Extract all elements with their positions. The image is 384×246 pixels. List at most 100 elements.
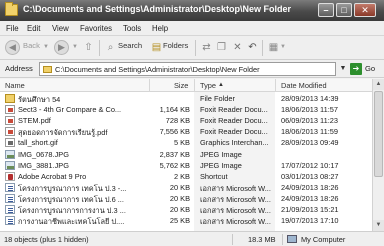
maximize-button[interactable]: □ [336,3,352,17]
status-size: 18.3 MB [248,235,276,244]
file-name: Adobe Acrobat 9 Pro [18,171,87,181]
file-size: 20 KB [169,193,190,203]
file-size: 2,837 KB [159,149,190,159]
file-type: Foxit Reader Docu... [200,116,268,126]
vertical-scrollbar[interactable]: ▲ ▼ [372,79,384,231]
file-row[interactable]: โครงการบูรณาการ เทคโน ป.6 ... 20 KB เอกสาร… [0,193,372,204]
file-date-modified: 18/06/2013 11:57 [281,105,338,115]
file-size: 5,762 KB [159,160,190,170]
file-list[interactable]: Name Size Type ▲ Date Modified รัตนศึกษา… [0,79,372,231]
file-name: STEM.pdf [18,116,51,126]
undo-icon[interactable]: ↶ [246,41,259,54]
folder-icon [5,94,15,103]
views-icon[interactable]: ▦ [267,41,280,54]
title-bar[interactable]: C:\Documents and Settings\Administrator\… [0,0,384,21]
file-date-modified: 18/06/2013 11:59 [281,127,338,137]
file-name: Sect3 - 4th Gr Compare & Co... [18,105,122,115]
file-row[interactable]: การงานอาชีพและเทคโนโลยี ป.... 25 KB เอกสาร… [0,215,372,226]
scroll-thumb[interactable] [374,91,383,177]
file-size: 20 KB [169,205,190,214]
delete-icon[interactable]: ✕ [231,41,244,54]
file-size: 20 KB [169,182,190,192]
explorer-window: C:\Documents and Settings\Administrator\… [0,0,384,246]
file-date-modified: 28/09/2013 09:49 [281,138,339,148]
column-type[interactable]: Type [200,81,216,90]
file-type: Foxit Reader Docu... [200,105,268,115]
copy-to-icon[interactable]: ❐ [215,41,228,54]
file-size: 1,164 KB [159,105,190,115]
move-to-icon[interactable]: ⇄ [200,41,213,54]
column-size[interactable]: Size [174,81,188,90]
views-dropdown-icon[interactable]: ▼ [280,44,286,50]
menu-view[interactable]: View [52,24,69,33]
back-dropdown-icon[interactable]: ▼ [43,44,49,50]
file-row[interactable]: Adobe Acrobat 9 Pro 2 KB Shortcut 03/01/201… [0,171,372,182]
folder-up-icon[interactable]: ⇧ [82,41,95,54]
file-name: IMG_0678.JPG [18,149,69,159]
file-size: 7,556 KB [159,127,190,137]
address-label: Address [5,64,33,73]
back-button[interactable]: Back [23,41,40,50]
status-divider [232,234,233,245]
address-path[interactable]: C:\Documents and Settings\Administrator\… [55,65,260,74]
menu-file[interactable]: File [6,24,19,33]
file-row[interactable]: IMG_3881.JPG 5,762 KB JPEG Image 17/07/2012… [0,160,372,171]
back-arrow-icon[interactable]: ◀ [5,40,20,55]
document-icon [5,182,15,192]
toolbar: ◀ Back ▼ ▶ ▼ ⇧ ⌕ Search ▤ Folders ⇄ ❐ ✕ … [0,36,384,60]
file-type: Shortcut [200,171,228,181]
toolbar-separator [99,40,100,56]
menu-edit[interactable]: Edit [27,24,40,33]
status-location: My Computer [301,235,346,244]
file-row[interactable]: Sect3 - 4th Gr Compare & Co... 1,164 KB Fo… [0,104,372,115]
menu-help[interactable]: Help [152,24,168,33]
close-button[interactable]: ✕ [354,3,376,17]
file-date-modified: 03/01/2013 08:27 [281,171,339,181]
file-type: Foxit Reader Docu... [200,127,268,137]
file-row[interactable]: tall_short.gif 5 KB Graphics Interchan... 2… [0,137,372,148]
file-row[interactable]: รัตนศึกษา 54 File Folder 28/09/2013 14:39 [0,93,372,104]
column-divider[interactable] [194,79,195,92]
file-date-modified: 19/07/2013 17:10 [281,216,339,226]
file-size: 728 KB [165,116,190,126]
forward-arrow-icon[interactable]: ▶ [54,40,69,55]
shortcut-icon [5,171,15,181]
folders-button[interactable]: Folders [163,41,188,50]
status-object-count: 18 objects (plus 1 hidden) [4,235,89,244]
sort-ascending-icon: ▲ [218,82,224,88]
go-button[interactable]: ➔ Go [350,62,381,76]
file-row[interactable]: สุดยอดการจัดการเรียนรู้.pdf 7,556 KB Foxit… [0,126,372,137]
document-icon [5,216,15,226]
forward-dropdown-icon[interactable]: ▼ [72,44,78,50]
file-date-modified: 21/09/2013 15:21 [281,205,339,214]
file-name: tall_short.gif [18,138,58,148]
image-icon [5,160,15,170]
folder-icon [5,2,18,16]
file-date-modified: 17/07/2012 10:17 [281,160,339,170]
file-row[interactable]: โครงการบูรณาการ เทคโน ป.3 -... 20 KB เอกสา… [0,182,372,193]
window-title: C:\Documents and Settings\Administrator\… [23,4,292,14]
column-name[interactable]: Name [5,81,25,90]
file-type: Graphics Interchan... [200,138,269,148]
status-bar: 18 objects (plus 1 hidden) 18.3 MB My Co… [0,231,384,246]
search-button[interactable]: Search [118,41,142,50]
address-field[interactable]: C:\Documents and Settings\Administrator\… [39,62,336,76]
file-row[interactable]: IMG_0678.JPG 2,837 KB JPEG Image [0,149,372,160]
address-dropdown-icon[interactable]: ▼ [338,62,348,76]
column-divider[interactable] [275,79,276,92]
file-date-modified: 06/09/2013 11:23 [281,116,338,126]
file-row[interactable]: STEM.pdf 728 KB Foxit Reader Docu... 06/09/… [0,115,372,126]
scroll-up-icon[interactable]: ▲ [373,79,384,90]
address-bar: Address C:\Documents and Settings\Admini… [0,60,384,78]
menu-bar: File Edit View Favorites Tools Help [0,21,384,36]
column-divider[interactable] [149,79,150,92]
menu-favorites[interactable]: Favorites [80,24,112,33]
status-divider [282,234,283,245]
swf-icon [5,138,15,148]
menu-tools[interactable]: Tools [123,24,141,33]
file-name: การงานอาชีพและเทคโนโลยี ป.... [18,217,125,227]
scroll-down-icon[interactable]: ▼ [373,220,384,231]
file-row[interactable]: โครงการบูรณาการการงาน ป.3 ... 20 KB เอกสาร… [0,204,372,215]
minimize-button[interactable]: – [318,3,334,17]
column-date-modified[interactable]: Date Modified [281,81,327,90]
